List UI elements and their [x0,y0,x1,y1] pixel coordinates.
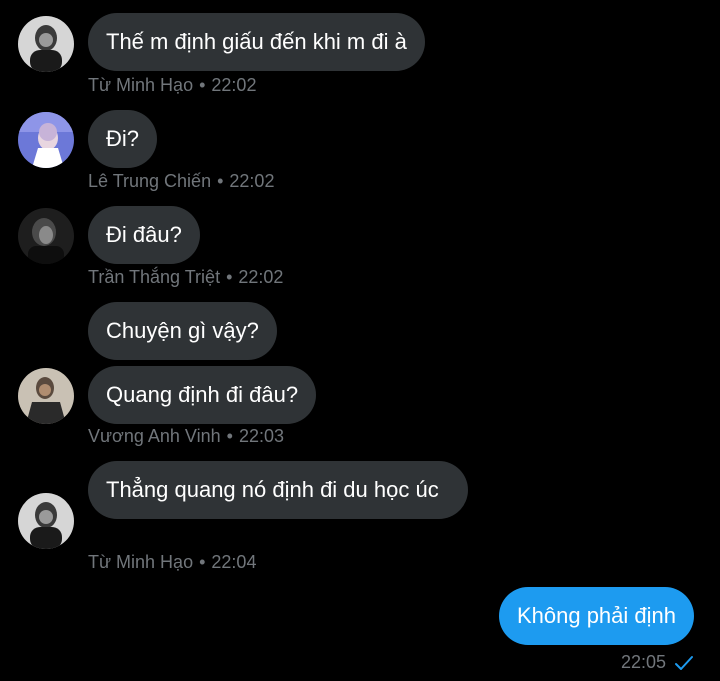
avatar[interactable] [18,112,74,168]
message-bubble[interactable]: Quang định đi đâu? [88,366,317,424]
message-time: 22:02 [211,75,257,95]
sender-name[interactable]: Trần Thắng Triệt [88,267,220,287]
message-meta: Lê Trung Chiến • 22:02 [88,170,274,192]
message-time: 22:05 [620,652,666,672]
message-text: Chuyện gì vậy? [106,318,259,343]
avatar[interactable] [18,493,74,549]
message-text: Thẳng quang nó định đi du học úc [106,477,439,502]
message-text: Không phải định [516,603,676,628]
avatar[interactable] [18,208,74,264]
message-time: 22:02 [238,267,284,287]
sender-name[interactable]: Từ Minh Hạo [88,552,193,572]
message-text: Đi? [106,126,140,151]
avatar[interactable] [18,368,74,424]
meta-separator: • [226,267,233,287]
meta-separator: • [199,552,206,572]
check-icon [674,654,694,676]
outgoing-message-meta: 22:05 [621,651,694,676]
meta-separator: • [217,171,224,191]
message-bubble[interactable]: Đi đâu? [88,206,200,264]
message-bubble[interactable]: Chuyện gì vậy? [88,302,277,360]
meta-separator: • [199,75,206,95]
sender-name[interactable]: Lê Trung Chiến [88,171,211,191]
sender-name[interactable]: Vương Anh Vinh [88,426,221,446]
message-meta: Trần Thắng Triệt • 22:02 [88,266,283,288]
message-text: Đi đâu? [106,222,182,247]
message-time: 22:04 [211,552,257,572]
meta-separator: • [226,426,233,446]
message-text: Quang định đi đâu? [106,382,299,407]
message-time: 22:02 [229,171,275,191]
avatar[interactable] [18,16,74,72]
message-bubble[interactable]: Thế m định giấu đến khi m đi à [88,13,425,71]
message-time: 22:03 [238,426,284,446]
outgoing-message-bubble[interactable]: Không phải định [498,587,694,645]
message-bubble[interactable]: Đi? [88,110,158,168]
message-meta: Vương Anh Vinh • 22:03 [88,425,284,447]
message-meta: Từ Minh Hạo • 22:02 [88,74,256,96]
message-bubble[interactable]: Thẳng quang nó định đi du học úc [88,461,468,519]
message-meta: Từ Minh Hạo • 22:04 [88,551,256,573]
sender-name[interactable]: Từ Minh Hạo [88,75,193,95]
message-text: Thế m định giấu đến khi m đi à [106,29,407,54]
